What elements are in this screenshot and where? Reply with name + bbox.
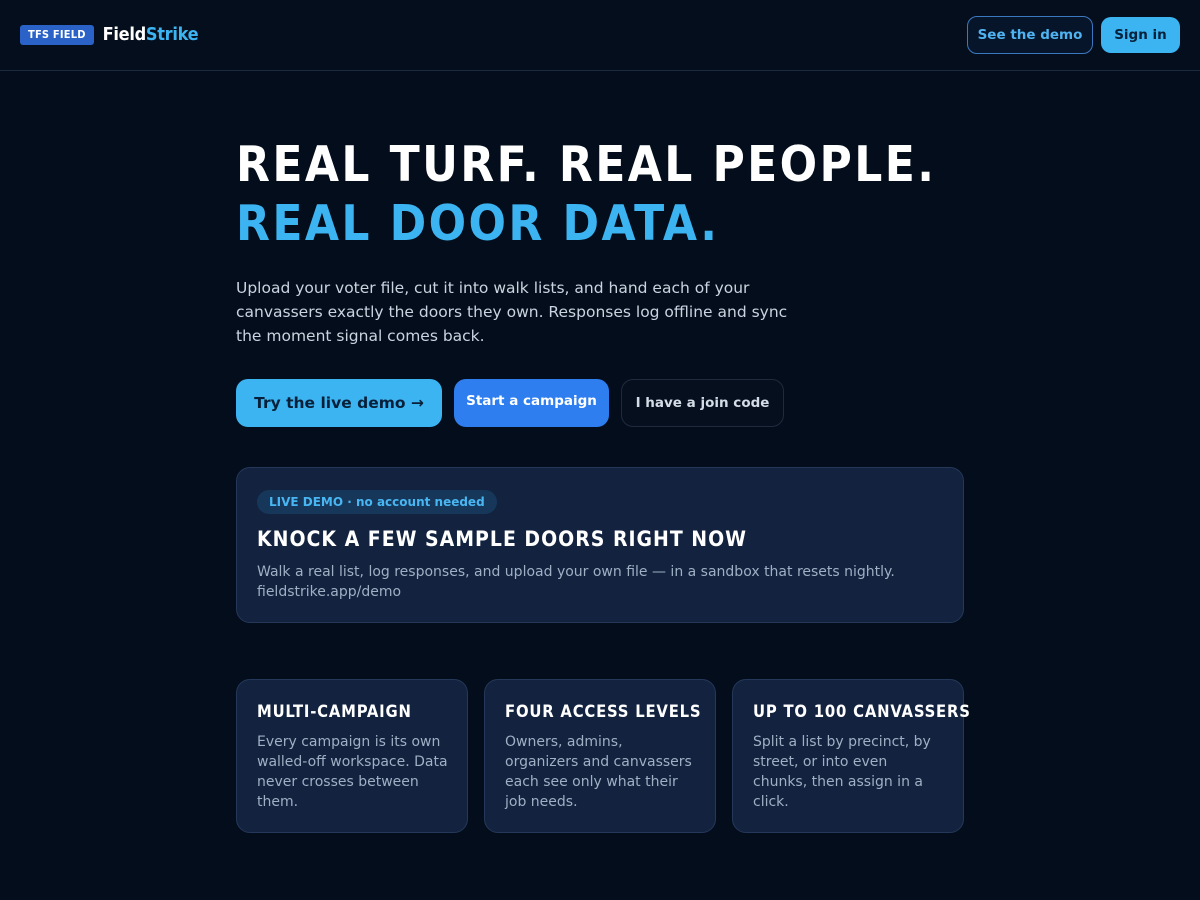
brand-badge: TFS FIELD bbox=[20, 24, 94, 45]
feature-description: Every campaign is its own walled-off wor… bbox=[257, 734, 448, 810]
brand-logo[interactable]: TFS FIELD FieldStrike bbox=[20, 24, 199, 45]
feature-description: Owners, admins, organizers and canvasser… bbox=[505, 734, 692, 810]
demo-card-description: Walk a real list, log responses, and upl… bbox=[257, 564, 895, 580]
top-navigation-bar: TFS FIELD FieldStrike See the demo Sign … bbox=[0, 0, 1200, 71]
feature-card-access-levels: FOUR ACCESS LEVELS Owners, admins, organ… bbox=[484, 679, 716, 833]
feature-card-canvassers: UP TO 100 CANVASSERS Split a list by pre… bbox=[732, 679, 970, 833]
hero-title-line1: REAL TURF. REAL PEOPLE. bbox=[236, 136, 937, 193]
feature-title: UP TO 100 CANVASSERS bbox=[753, 702, 971, 721]
feature-title: FOUR ACCESS LEVELS bbox=[505, 702, 702, 721]
demo-card-url[interactable]: fieldstrike.app/demo bbox=[257, 582, 401, 602]
hero-title-line2: REAL DOOR DATA. bbox=[236, 195, 720, 252]
live-demo-card[interactable]: LIVE DEMO · no account needed KNOCK A FE… bbox=[236, 467, 964, 623]
demo-card-title: KNOCK A FEW SAMPLE DOORS RIGHT NOW bbox=[257, 527, 748, 551]
join-code-button[interactable]: I have a join code bbox=[621, 379, 784, 427]
start-campaign-button[interactable]: Start a campaign bbox=[454, 379, 609, 427]
brand-name-part2: Strike bbox=[145, 24, 199, 45]
try-live-demo-button[interactable]: Try the live demo → bbox=[236, 379, 442, 427]
see-demo-button[interactable]: See the demo bbox=[967, 16, 1093, 54]
feature-title: MULTI-CAMPAIGN bbox=[257, 702, 412, 721]
brand-name: FieldStrike bbox=[103, 24, 199, 45]
feature-description: Split a list by precinct, by street, or … bbox=[753, 734, 931, 810]
feature-card-multi-campaign: MULTI-CAMPAIGN Every campaign is its own… bbox=[236, 679, 468, 833]
sign-in-button[interactable]: Sign in bbox=[1101, 17, 1180, 53]
live-demo-badge: LIVE DEMO · no account needed bbox=[257, 490, 497, 514]
brand-name-part1: Field bbox=[102, 24, 147, 45]
hero-subtitle: Upload your voter file, cut it into walk… bbox=[236, 279, 788, 345]
